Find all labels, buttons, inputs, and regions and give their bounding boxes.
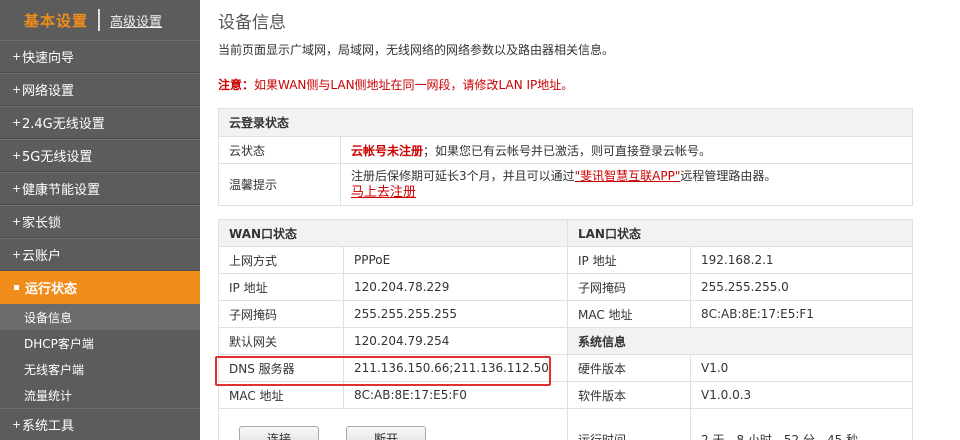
cloud-tip-text: 注册后保修期可延长3个月，并且可以通过 xyxy=(351,169,575,183)
sidebar-subitem-label: 无线客户端 xyxy=(24,362,85,377)
wan-value: 120.204.78.229 xyxy=(343,273,568,301)
cloud-status-header: 云登录状态 xyxy=(218,108,913,137)
sidebar-item-label: 家长锁 xyxy=(22,216,62,231)
sidebar-item-running-status[interactable]: 运行状态 xyxy=(0,271,200,304)
plus-icon: + xyxy=(12,116,22,129)
cloud-unregistered-text: 云帐号未注册 xyxy=(351,143,424,158)
wan-key: MAC 地址 xyxy=(218,381,344,409)
sidebar-item-label: 快速向导 xyxy=(22,51,75,66)
system-value: 2 天，8 小时，52 分，45 秒 xyxy=(690,408,913,440)
page-description: 当前页面显示广域网，局域网，无线网络的网络参数以及路由器相关信息。 xyxy=(218,43,615,57)
sidebar-item-label: 系统工具 xyxy=(22,419,75,434)
wan-key: 默认网关 xyxy=(218,327,344,355)
wan-key: 上网方式 xyxy=(218,246,344,274)
sidebar-header: 基本设置 高级设置 xyxy=(0,0,200,40)
wan-value-dns: 211.136.150.66;211.136.112.50 xyxy=(343,354,568,382)
wan-value: 8C:AB:8E:17:E5:F0 xyxy=(343,381,568,409)
sidebar-item-system-tools[interactable]: + 系统工具 xyxy=(0,408,200,440)
system-info-header: 系统信息 xyxy=(567,327,913,355)
sidebar-item-label: 网络设置 xyxy=(22,84,75,99)
sidebar-item-wifi-5g[interactable]: +5G无线设置 xyxy=(0,139,200,172)
cloud-tip-text-after: 远程管理路由器。 xyxy=(680,169,777,183)
plus-icon: + xyxy=(12,418,22,431)
sidebar-subitem-traffic-stats[interactable]: 流量统计 xyxy=(0,382,200,408)
wan-value: 255.255.255.255 xyxy=(343,300,568,328)
plus-icon: + xyxy=(12,50,22,63)
warning-note: 注意：如果WAN侧与LAN侧地址在同一网段，请修改LAN IP地址。 xyxy=(218,76,573,93)
phicomm-app-link[interactable]: "斐讯智慧互联APP" xyxy=(575,169,681,183)
system-key: 软件版本 xyxy=(567,381,691,409)
sidebar-item-label: 健康节能设置 xyxy=(22,183,101,198)
lan-key: IP 地址 xyxy=(567,246,691,274)
register-now-link[interactable]: 马上去注册 xyxy=(351,185,416,200)
cloud-tip-key: 温馨提示 xyxy=(218,163,341,206)
sidebar-item-label: 运行状态 xyxy=(25,282,78,297)
sidebar-subitem-dhcp-clients[interactable]: DHCP客户端 xyxy=(0,330,200,356)
plus-icon: + xyxy=(12,215,22,228)
wan-key: IP 地址 xyxy=(218,273,344,301)
cloud-status-table: 云登录状态 云状态 云帐号未注册；如果您已有云帐号并已激活，则可直接登录云帐号。… xyxy=(218,108,913,206)
wan-value: 120.204.79.254 xyxy=(343,327,568,355)
system-value: V1.0.0.3 xyxy=(690,381,913,409)
status-table: WAN口状态 LAN口状态 上网方式 PPPoE IP 地址 192.168.2… xyxy=(218,219,913,440)
sidebar-item-quick-wizard[interactable]: + 快速向导 xyxy=(0,40,200,73)
lan-key: 子网掩码 xyxy=(567,273,691,301)
sidebar-menu: + 快速向导 + 网络设置 +2.4G无线设置 +5G无线设置 + 健康节能设置 + 家… xyxy=(0,40,200,440)
disconnect-button[interactable]: 断开 xyxy=(346,426,426,440)
cloud-status-key: 云状态 xyxy=(218,136,341,164)
warning-label: 注意： xyxy=(218,78,255,92)
wan-key-dns: DNS 服务器 xyxy=(218,354,344,382)
bullet-icon xyxy=(14,285,19,290)
system-key: 硬件版本 xyxy=(567,354,691,382)
main-content: 设备信息 当前页面显示广域网，局域网，无线网络的网络参数以及路由器相关信息。 注… xyxy=(200,0,960,440)
sidebar-item-label: 2.4G无线设置 xyxy=(22,117,105,132)
warning-text: 如果WAN侧与LAN侧地址在同一网段，请修改LAN IP地址。 xyxy=(254,78,574,92)
plus-icon: + xyxy=(12,83,22,96)
system-value: V1.0 xyxy=(690,354,913,382)
cloud-status-text: ；如果您已有云帐号并已激活，则可直接登录云帐号。 xyxy=(423,143,712,158)
plus-icon: + xyxy=(12,248,22,261)
sidebar-subitem-label: 设备信息 xyxy=(24,310,73,325)
sidebar-subitem-device-info[interactable]: 设备信息 xyxy=(0,304,200,330)
sidebar-item-cloud-account[interactable]: + 云账户 xyxy=(0,238,200,271)
lan-status-header: LAN口状态 xyxy=(567,219,913,247)
sidebar-subitem-label: DHCP客户端 xyxy=(24,336,94,351)
system-key: 运行时间 xyxy=(567,408,691,440)
tab-basic-settings[interactable]: 基本设置 xyxy=(24,10,88,31)
sidebar-subitem-wireless-clients[interactable]: 无线客户端 xyxy=(0,356,200,382)
tab-advanced-settings[interactable]: 高级设置 xyxy=(110,11,162,30)
lan-value: 255.255.255.0 xyxy=(690,273,913,301)
sidebar-item-label: 云账户 xyxy=(22,249,62,264)
cloud-status-value: 云帐号未注册；如果您已有云帐号并已激活，则可直接登录云帐号。 xyxy=(340,136,913,164)
lan-value: 8C:AB:8E:17:E5:F1 xyxy=(690,300,913,328)
sidebar: 基本设置 高级设置 + 快速向导 + 网络设置 +2.4G无线设置 +5G无线设置 … xyxy=(0,0,200,440)
sidebar-item-parental-lock[interactable]: + 家长锁 xyxy=(0,205,200,238)
sidebar-item-wifi-24g[interactable]: +2.4G无线设置 xyxy=(0,106,200,139)
wan-key: 子网掩码 xyxy=(218,300,344,328)
page-title: 设备信息 xyxy=(218,13,286,33)
wan-value: PPPoE xyxy=(343,246,568,274)
tab-divider xyxy=(98,9,101,31)
plus-icon: + xyxy=(12,182,22,195)
sidebar-item-energy-saving[interactable]: + 健康节能设置 xyxy=(0,172,200,205)
connect-button[interactable]: 连接 xyxy=(239,426,319,440)
lan-value: 192.168.2.1 xyxy=(690,246,913,274)
sidebar-subitem-label: 流量统计 xyxy=(24,388,73,403)
lan-key: MAC 地址 xyxy=(567,300,691,328)
sidebar-item-label: 5G无线设置 xyxy=(22,150,93,165)
sidebar-item-network[interactable]: + 网络设置 xyxy=(0,73,200,106)
wan-status-header: WAN口状态 xyxy=(218,219,568,247)
cloud-tip-value: 注册后保修期可延长3个月，并且可以通过"斐讯智慧互联APP"远程管理路由器。 马… xyxy=(340,163,913,206)
plus-icon: + xyxy=(12,149,22,162)
